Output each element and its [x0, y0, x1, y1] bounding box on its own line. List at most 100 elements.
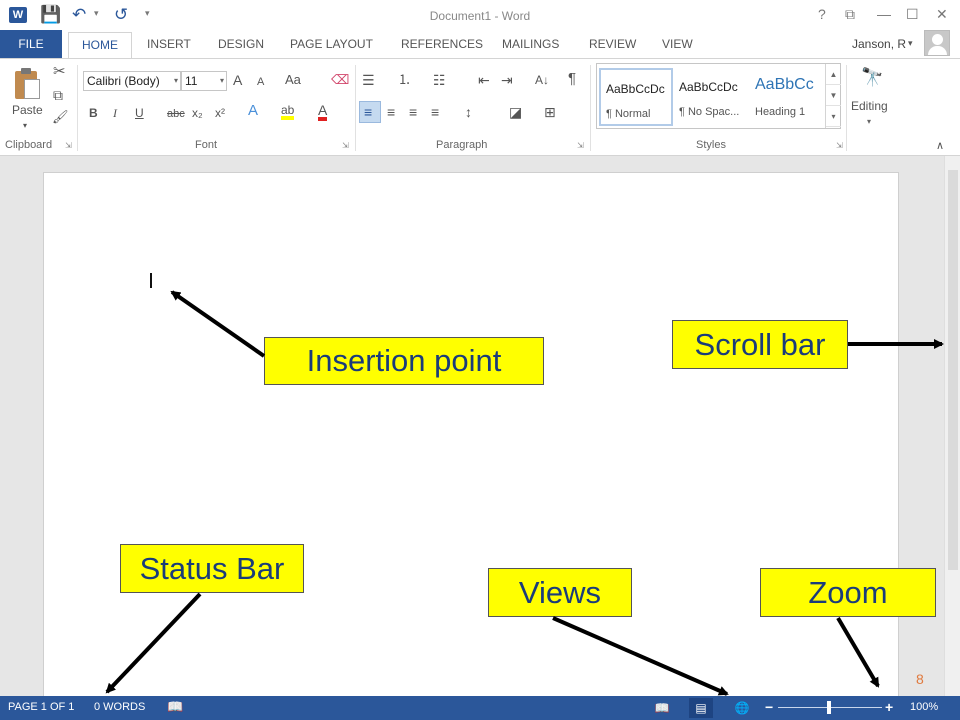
zoom-level[interactable]: 100%	[910, 701, 938, 713]
text-effects-icon[interactable]: A	[248, 103, 258, 119]
numbering-icon[interactable]: ⒈	[398, 72, 411, 88]
increase-indent-icon[interactable]: ⇥	[501, 72, 513, 88]
style-sample: AaBbCc	[755, 76, 814, 93]
show-marks-icon[interactable]: ¶	[568, 71, 576, 87]
word-count-status[interactable]: 0 WORDS	[94, 701, 145, 713]
tab-file[interactable]: FILE	[0, 30, 62, 58]
align-right-icon[interactable]: ≡	[409, 104, 417, 120]
divider	[77, 65, 78, 151]
styles-scroll-down-icon[interactable]: ▼	[826, 85, 841, 106]
shading-icon[interactable]: ◪	[509, 104, 522, 120]
divider	[355, 65, 356, 151]
tab-view[interactable]: VIEW	[662, 30, 693, 58]
document-page[interactable]	[43, 172, 899, 702]
font-size-dropdown-icon[interactable]: ▾	[220, 72, 224, 90]
callout-insertion-point: Insertion point	[264, 337, 544, 385]
font-name-combo[interactable]: Calibri (Body) ▾	[83, 71, 181, 91]
bold-button[interactable]: B	[89, 105, 98, 121]
paragraph-group-label: Paragraph	[436, 139, 488, 151]
collapse-ribbon-icon[interactable]: ∧	[936, 139, 944, 152]
close-icon[interactable]: ✕	[936, 5, 948, 23]
cut-icon[interactable]: ✂	[53, 64, 66, 80]
read-mode-icon[interactable]: 📖	[650, 698, 674, 718]
scroll-thumb[interactable]	[948, 170, 958, 570]
callout-scroll-bar: Scroll bar	[672, 320, 848, 369]
decrease-indent-icon[interactable]: ⇤	[478, 72, 490, 88]
bullets-icon[interactable]: ☰	[362, 72, 375, 88]
styles-gallery: AaBbCcDc ¶ Normal AaBbCcDc ¶ No Spac... …	[596, 63, 841, 129]
binoculars-icon[interactable]: 🔭	[861, 67, 883, 88]
sort-icon[interactable]: A↓	[535, 72, 549, 88]
styles-group-label: Styles	[696, 139, 726, 151]
paste-button[interactable]: Paste	[12, 102, 43, 118]
italic-button[interactable]: I	[113, 105, 117, 121]
clipboard-clip-shape	[21, 68, 31, 74]
zoom-in-button[interactable]: +	[885, 699, 893, 715]
subscript-button[interactable]: x₂	[192, 105, 203, 121]
font-group-label: Font	[195, 139, 218, 151]
maximize-icon[interactable]: ☐	[906, 5, 919, 23]
styles-scroller: ▲ ▼ ▾	[825, 64, 841, 128]
web-layout-icon[interactable]: 🌐	[730, 698, 754, 718]
superscript-button[interactable]: x²	[215, 105, 225, 121]
font-color-icon[interactable]: A	[318, 103, 328, 121]
editing-button[interactable]: Editing	[851, 99, 888, 113]
format-painter-icon[interactable]: 🖌	[52, 109, 69, 125]
style-no-spacing[interactable]: AaBbCcDc ¶ No Spac...	[674, 68, 748, 126]
page-count-status[interactable]: PAGE 1 OF 1	[8, 701, 74, 713]
clipboard-launcher-icon[interactable]: ⇲	[65, 141, 72, 150]
style-heading-1[interactable]: AaBbCc Heading 1	[750, 68, 824, 126]
style-sample: AaBbCcDc	[606, 82, 665, 96]
font-name-dropdown-icon[interactable]: ▾	[174, 72, 178, 90]
tab-design[interactable]: DESIGN	[218, 30, 264, 58]
shrink-font-icon[interactable]: A	[257, 74, 264, 90]
strikethrough-button[interactable]: abc	[167, 106, 185, 122]
ribbon-tabs: FILE HOME INSERT DESIGN PAGE LAYOUT REFE…	[0, 30, 960, 59]
ribbon-display-options-icon[interactable]: ⧉	[845, 5, 855, 23]
styles-launcher-icon[interactable]: ⇲	[836, 141, 843, 150]
callout-views: Views	[488, 568, 632, 617]
style-name: Heading 1	[755, 106, 806, 118]
minimize-icon[interactable]: —	[877, 5, 891, 23]
editing-caret-icon[interactable]: ▾	[867, 117, 871, 126]
zoom-slider-thumb[interactable]	[827, 701, 831, 714]
highlight-icon[interactable]: ab	[281, 104, 295, 120]
underline-button[interactable]: U	[135, 105, 144, 121]
change-case-icon[interactable]: Aa	[285, 72, 301, 88]
vertical-scrollbar[interactable]	[944, 156, 960, 696]
help-icon[interactable]: ?	[818, 5, 826, 23]
tab-references[interactable]: REFERENCES	[401, 30, 483, 58]
tab-page-layout[interactable]: PAGE LAYOUT	[290, 30, 373, 58]
multilevel-list-icon[interactable]: ☷	[433, 72, 446, 88]
style-normal[interactable]: AaBbCcDc ¶ Normal	[599, 68, 673, 126]
print-layout-icon[interactable]: ▤	[689, 698, 713, 718]
insertion-point-caret	[150, 273, 152, 288]
justify-icon[interactable]: ≡	[431, 104, 439, 120]
paragraph-launcher-icon[interactable]: ⇲	[577, 141, 584, 150]
line-spacing-icon[interactable]: ↕	[465, 104, 472, 120]
borders-icon[interactable]: ⊞	[544, 104, 556, 120]
tab-mailings[interactable]: MAILINGS	[502, 30, 559, 58]
tab-insert[interactable]: INSERT	[147, 30, 191, 58]
copy-icon[interactable]: ⧉	[53, 87, 63, 103]
divider	[590, 65, 591, 151]
zoom-out-button[interactable]: −	[765, 699, 773, 715]
style-name: ¶ No Spac...	[679, 106, 740, 118]
grow-font-icon[interactable]: A	[233, 72, 242, 88]
user-name[interactable]: Janson, R	[852, 37, 906, 51]
tab-home[interactable]: HOME	[68, 32, 132, 59]
user-menu-caret-icon[interactable]: ▾	[908, 38, 913, 49]
font-size-combo[interactable]: 11 ▾	[181, 71, 227, 91]
styles-more-icon[interactable]: ▾	[826, 106, 841, 127]
styles-scroll-up-icon[interactable]: ▲	[826, 64, 841, 85]
align-center-icon[interactable]: ≡	[387, 104, 395, 120]
paste-icon[interactable]	[12, 67, 42, 101]
slide-number: 8	[916, 671, 924, 687]
avatar[interactable]	[924, 30, 950, 56]
ribbon-home: Paste ▾ ✂ ⧉ 🖌 Clipboard ⇲ Calibri (Body)…	[0, 58, 960, 156]
font-launcher-icon[interactable]: ⇲	[342, 141, 349, 150]
clear-formatting-icon[interactable]: ⌫	[331, 72, 349, 88]
proofing-icon[interactable]: 📖	[167, 699, 183, 715]
paste-caret-icon[interactable]: ▾	[23, 118, 27, 134]
tab-review[interactable]: REVIEW	[589, 30, 636, 58]
